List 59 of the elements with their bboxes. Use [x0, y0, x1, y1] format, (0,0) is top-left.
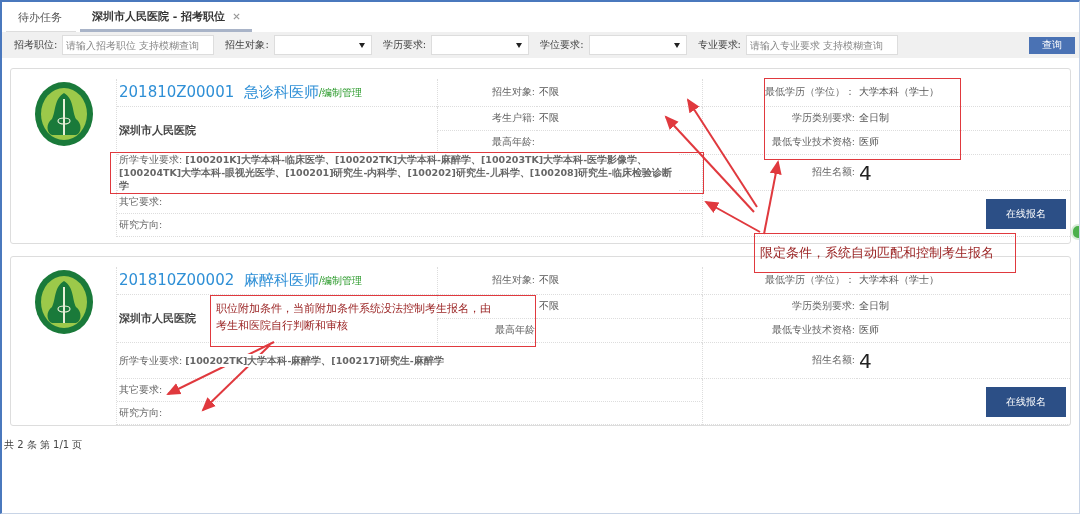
field-value: 大学本科（学士）: [859, 274, 939, 287]
dropdown-caret-icon: [673, 42, 680, 48]
field-value: 不限: [539, 274, 559, 287]
field-label: 最低学历（学位）：: [765, 274, 855, 287]
filter-select[interactable]: [431, 35, 530, 55]
quota-value: 4: [859, 348, 872, 373]
hospital-logo-drawing: [33, 269, 94, 335]
hospital-name: 深圳市人民医院: [119, 311, 196, 326]
field-value: 大学本科（学士）: [859, 86, 939, 99]
search-button[interactable]: 查询: [1029, 36, 1075, 54]
field-value: 不限: [539, 86, 559, 99]
field-label: 考生户籍:: [491, 112, 535, 125]
dropdown-caret-icon: [516, 42, 523, 48]
hospital-logo-drawing: [33, 81, 94, 147]
filter-label: 专业要求:: [697, 38, 741, 52]
close-icon[interactable]: [233, 13, 241, 20]
filter-select[interactable]: [588, 35, 687, 55]
annotation-text: 限定条件，系统自动匹配和控制考生报名: [760, 244, 995, 261]
dropdown-caret-icon: [358, 42, 365, 48]
major-requirement: 所学专业要求: [100201K]大学本科-临床医学、[100202TK]大学本科-麻醉学、[100203TK]大学本科-医学影像学、[100204TK]大学本科-眼视光医学、[100201]研究生-内科学、[100202]研究生-儿科学、[100208]研究生-临床检验诊断学: [119, 153, 679, 192]
field-label: 最高年龄: [495, 324, 535, 337]
field-label: 招生对象:: [491, 274, 535, 287]
position-title[interactable]: 201810Z00002 麻醉科医师: [119, 271, 319, 290]
major-requirement: 所学专业要求: [100202TK]大学本科-麻醉学、[100217]研究生-麻醉学: [119, 354, 444, 367]
apply-online-button[interactable]: 在线报名: [986, 198, 1066, 229]
annotation-text: 职位附加条件，当前附加条件系统没法控制考生报名，由考生和医院自行判断和审核: [216, 300, 492, 334]
field-value: 医师: [859, 324, 879, 337]
field-label: 最高年龄:: [491, 136, 535, 149]
field-label: 招生对象:: [491, 86, 535, 99]
field-value: 不限: [539, 112, 559, 125]
filter-label: 学历要求:: [382, 38, 427, 52]
field-value: 全日制: [859, 300, 889, 313]
position-tag: /编制管理: [318, 273, 363, 288]
field-value: 全日制: [859, 112, 889, 125]
field-label: 最低专业技术资格:: [771, 136, 855, 149]
quota-value: 4: [859, 160, 872, 185]
research-direction-label: 研究方向:: [119, 218, 163, 232]
apply-online-button[interactable]: 在线报名: [986, 386, 1066, 417]
other-requirement-label: 其它要求:: [119, 195, 163, 209]
hospital-name: 深圳市人民医院: [119, 123, 196, 138]
pagination-text: 共 2 条 第 1/1 页: [3, 438, 84, 452]
other-requirement-label: 其它要求:: [119, 383, 163, 397]
position-tag: /编制管理: [318, 85, 363, 100]
position-title[interactable]: 201810Z00001 急诊科医师: [119, 83, 319, 102]
field-label: 最低学历（学位）：: [765, 86, 855, 99]
field-label: 最低专业技术资格:: [771, 324, 855, 337]
quota-label: 招生名额:: [811, 354, 855, 367]
quota-label: 招生名额:: [811, 166, 855, 179]
filter-select[interactable]: [273, 35, 372, 55]
filter-label: 招生对象:: [225, 38, 269, 52]
field-value: 不限: [539, 300, 559, 313]
filter-input[interactable]: 请输入专业要求 支持模糊查询: [745, 35, 898, 55]
filter-label: 招考职位:: [14, 38, 58, 52]
research-direction-label: 研究方向:: [119, 406, 163, 420]
field-value: 医师: [859, 136, 879, 149]
field-label: 学历类别要求:: [791, 300, 855, 313]
field-label: 学历类别要求:: [791, 112, 855, 125]
filter-label: 学位要求:: [540, 38, 584, 52]
filter-input[interactable]: 请输入招考职位 支持模糊查询: [62, 35, 215, 55]
